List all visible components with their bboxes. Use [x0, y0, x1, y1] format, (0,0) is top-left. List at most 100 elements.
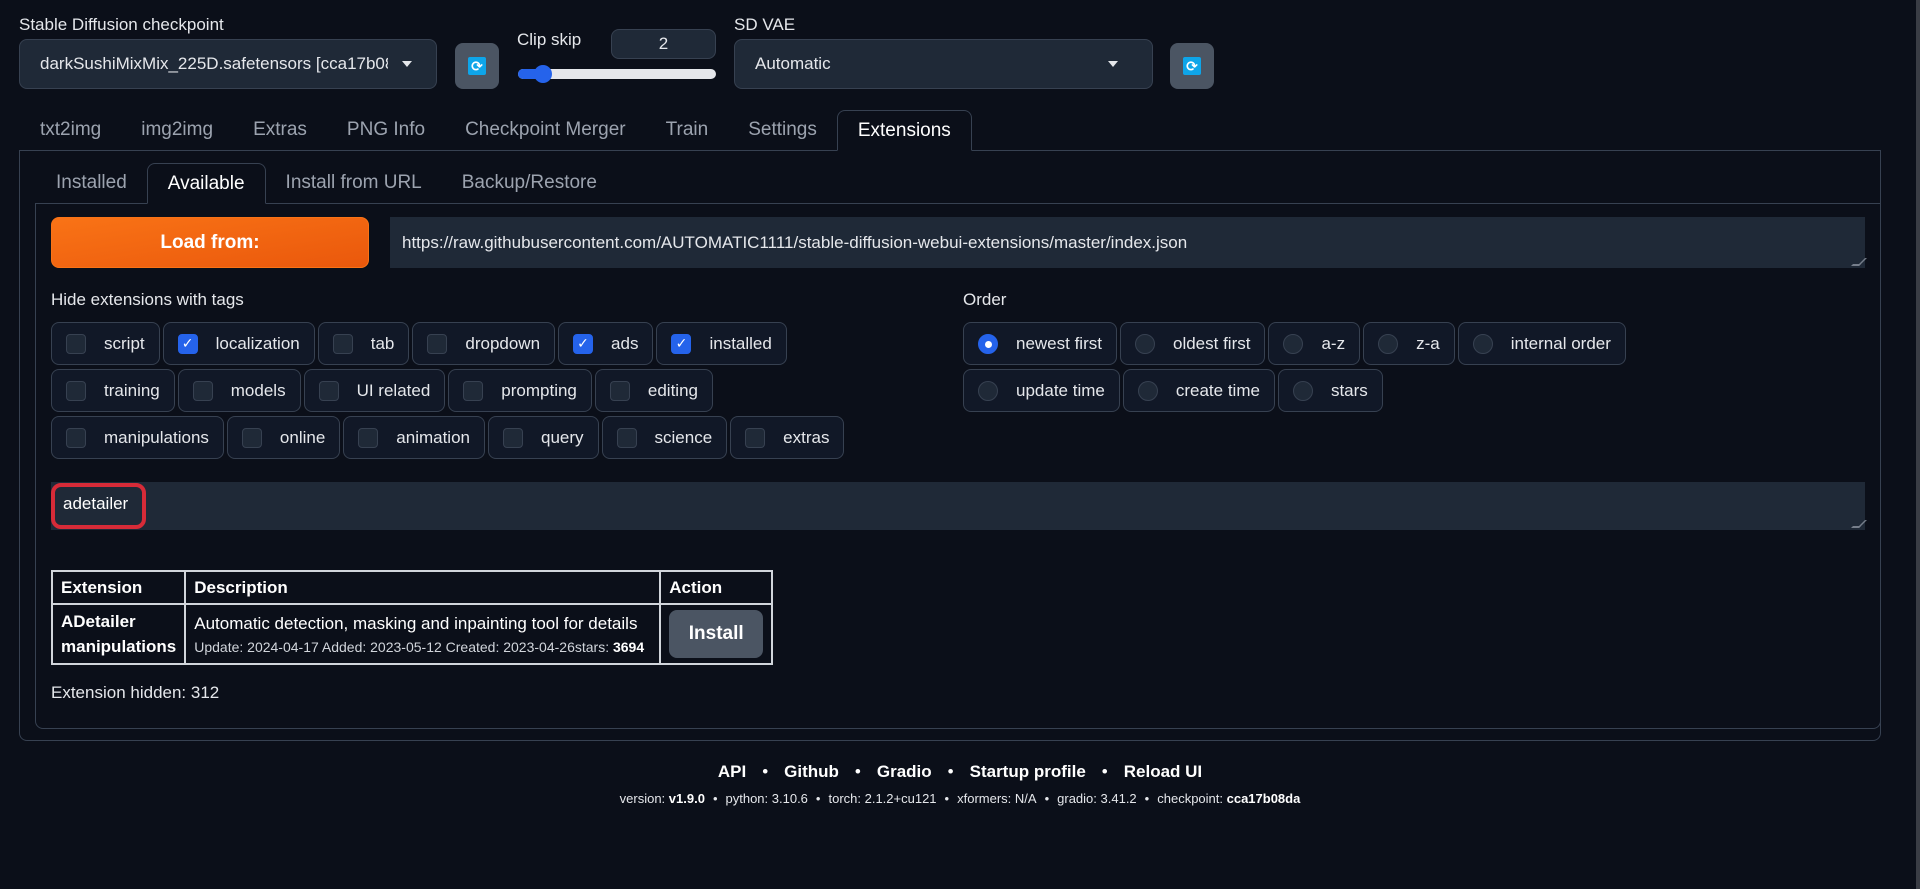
info-label: version: [619, 791, 669, 806]
checkbox-checked-icon[interactable]: ✓ [573, 333, 594, 354]
tag-label: manipulations [104, 427, 209, 447]
refresh-checkpoint-button[interactable]: ⟳ [455, 43, 499, 89]
extension-search-input[interactable] [51, 482, 1867, 530]
subtab-install-from-url[interactable]: Install from URL [266, 163, 442, 204]
checkbox-checked-icon[interactable]: ✓ [671, 333, 692, 354]
checkbox-unchecked-icon[interactable] [241, 427, 262, 448]
tab-extensions[interactable]: Extensions [836, 110, 972, 151]
subtab-available[interactable]: Available [146, 163, 266, 204]
radio-unselected-icon[interactable] [1134, 333, 1155, 354]
info-value: N/A [1014, 791, 1037, 806]
order-label: update time [1016, 380, 1105, 400]
radio-unselected-icon[interactable] [1472, 333, 1493, 354]
tab-txt2img[interactable]: txt2img [20, 110, 121, 151]
tab-train[interactable]: Train [646, 110, 729, 151]
extension-name-link[interactable]: ADetailer [61, 609, 176, 634]
checkbox-unchecked-icon[interactable] [332, 333, 353, 354]
checkbox-unchecked-icon[interactable] [66, 427, 86, 448]
tag-checkbox-query[interactable]: query [488, 416, 599, 459]
extension-index-url-input[interactable]: https://raw.githubusercontent.com/AUTOMA… [390, 217, 1867, 268]
checkbox-unchecked-icon[interactable] [503, 427, 523, 448]
footer-link-startup-profile[interactable]: Startup profile [970, 762, 1086, 781]
checkbox-checked-icon[interactable]: ✓ [177, 333, 198, 354]
order-radio-internal-order[interactable]: internal order [1457, 322, 1626, 365]
order-radio-update-time[interactable]: update time [963, 369, 1120, 412]
clip-skip-input[interactable]: 2 [611, 29, 716, 59]
resize-handle-icon[interactable] [1851, 258, 1867, 266]
tag-checkbox-localization[interactable]: ✓ localization [162, 322, 315, 365]
order-radio-stars[interactable]: stars [1277, 369, 1383, 412]
tag-checkbox-manipulations[interactable]: manipulations [51, 416, 224, 459]
tag-label: science [654, 427, 713, 447]
resize-handle-icon[interactable] [1851, 520, 1867, 528]
radio-unselected-icon[interactable] [1378, 333, 1399, 354]
tag-checkbox-editing[interactable]: editing [594, 369, 713, 412]
checkbox-unchecked-icon[interactable] [463, 380, 484, 401]
footer-link-github[interactable]: Github [784, 762, 839, 781]
tag-checkbox-dropdown[interactable]: dropdown [412, 322, 556, 365]
tag-checkbox-prompting[interactable]: prompting [448, 369, 592, 412]
radio-unselected-icon[interactable] [1283, 333, 1304, 354]
checkbox-unchecked-icon[interactable] [192, 380, 213, 401]
checkbox-unchecked-icon[interactable] [358, 427, 379, 448]
tag-checkbox-tab[interactable]: tab [317, 322, 410, 365]
tag-label: script [104, 333, 145, 353]
tag-checkbox-training[interactable]: training [51, 369, 175, 412]
tag-label: installed [709, 333, 772, 353]
checkbox-unchecked-icon[interactable] [318, 380, 339, 401]
extension-hidden-count: Extension hidden: 312 [51, 683, 220, 702]
radio-unselected-icon[interactable] [1292, 380, 1313, 401]
radio-unselected-icon[interactable] [1137, 380, 1158, 401]
checkbox-unchecked-icon[interactable] [427, 333, 448, 354]
hide-tags-label: Hide extensions with tags [51, 290, 244, 309]
checkbox-unchecked-icon[interactable] [745, 427, 766, 448]
footer-link-reload-ui[interactable]: Reload UI [1124, 762, 1202, 781]
footer-link-api[interactable]: API [718, 762, 746, 781]
tag-checkbox-models[interactable]: models [177, 369, 301, 412]
tag-checkbox-science[interactable]: science [601, 416, 728, 459]
tag-checkbox-ads[interactable]: ✓ ads [558, 322, 654, 365]
checkbox-unchecked-icon[interactable] [609, 380, 630, 401]
order-radio-oldest-first[interactable]: oldest first [1119, 322, 1266, 365]
header-action: Action [659, 570, 774, 605]
tag-checkbox-script[interactable]: script [51, 322, 160, 365]
checkbox-unchecked-icon[interactable] [66, 333, 86, 354]
order-radio-create-time[interactable]: create time [1122, 369, 1275, 412]
subtab-backup-restore[interactable]: Backup/Restore [442, 163, 617, 204]
load-from-button[interactable]: Load from: [51, 217, 369, 268]
install-button[interactable]: Install [669, 610, 764, 658]
radio-selected-icon[interactable] [978, 333, 998, 354]
order-label: create time [1175, 380, 1260, 400]
radio-unselected-icon[interactable] [978, 380, 998, 401]
subtab-installed[interactable]: Installed [36, 163, 147, 204]
extension-description: Automatic detection, masking and inpaint… [194, 613, 638, 633]
vae-dropdown[interactable]: Automatic [734, 39, 1153, 89]
slider-thumb[interactable] [533, 65, 552, 83]
tag-checkbox-installed[interactable]: ✓ installed [656, 322, 787, 365]
tag-checkbox-online[interactable]: online [226, 416, 341, 459]
info-label: gradio: [1057, 791, 1101, 806]
tab-extras[interactable]: Extras [233, 110, 327, 151]
checkbox-unchecked-icon[interactable] [66, 380, 86, 401]
tag-checkbox-ui-related[interactable]: UI related [303, 369, 446, 412]
clip-skip-slider[interactable] [518, 65, 716, 83]
order-radio-a-z[interactable]: a-z [1268, 322, 1361, 365]
order-label: oldest first [1172, 333, 1251, 353]
tab-checkpoint-merger[interactable]: Checkpoint Merger [445, 110, 646, 151]
tag-checkbox-extras[interactable]: extras [730, 416, 845, 459]
tab-img2img[interactable]: img2img [121, 110, 233, 151]
table-row: ADetailer manipulations Automatic detect… [50, 603, 774, 665]
refresh-vae-button[interactable]: ⟳ [1170, 43, 1214, 89]
tag-label: query [541, 427, 584, 447]
checkpoint-dropdown[interactable]: darkSushiMixMix_225D.safetensors [cca17b… [19, 39, 437, 89]
footer-link-gradio[interactable]: Gradio [877, 762, 932, 781]
order-radio-newest-first[interactable]: newest first [963, 322, 1117, 365]
tag-checkbox-animation[interactable]: animation [343, 416, 485, 459]
order-radio-z-a[interactable]: z-a [1363, 322, 1455, 365]
checkbox-unchecked-icon[interactable] [616, 427, 637, 448]
tab-settings[interactable]: Settings [728, 110, 837, 151]
chevron-down-icon [1108, 61, 1118, 67]
tab-png-info[interactable]: PNG Info [327, 110, 445, 151]
page-scrollbar[interactable] [1916, 0, 1920, 889]
url-value: https://raw.githubusercontent.com/AUTOMA… [402, 232, 1188, 252]
